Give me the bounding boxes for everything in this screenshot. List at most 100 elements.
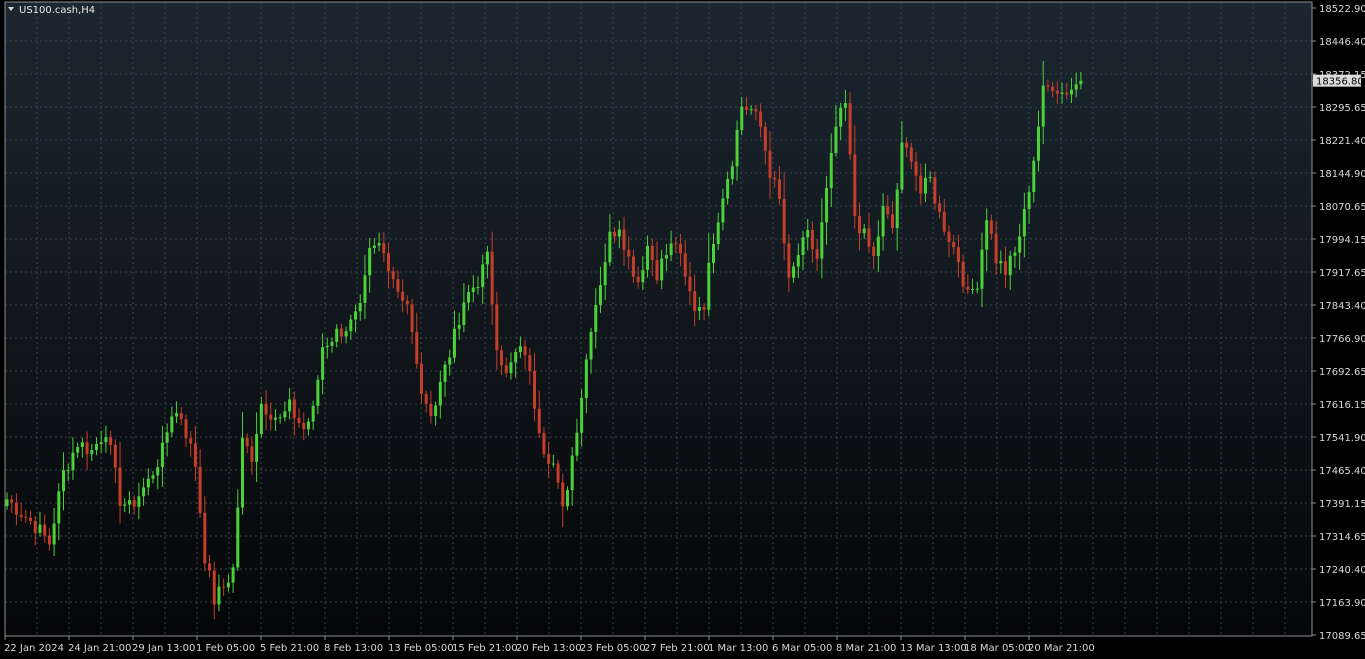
candle-body[interactable] xyxy=(231,567,235,583)
candle-body[interactable] xyxy=(603,262,607,286)
candle-body[interactable] xyxy=(928,177,932,179)
candle-body[interactable] xyxy=(528,355,532,371)
candle-body[interactable] xyxy=(429,403,433,416)
candle-body[interactable] xyxy=(919,175,923,194)
candle-body[interactable] xyxy=(627,249,631,257)
candle-body[interactable] xyxy=(575,432,579,456)
candle-body[interactable] xyxy=(584,359,588,399)
candle-body[interactable] xyxy=(29,517,33,521)
candle-body[interactable] xyxy=(556,463,560,483)
candle-body[interactable] xyxy=(132,500,136,507)
candle-body[interactable] xyxy=(1041,85,1045,127)
candle-body[interactable] xyxy=(113,444,117,468)
candle-body[interactable] xyxy=(66,470,70,472)
candle-body[interactable] xyxy=(467,292,471,303)
candle-body[interactable] xyxy=(485,251,489,265)
candle-body[interactable] xyxy=(580,398,584,433)
candle-body[interactable] xyxy=(123,504,127,506)
candle-body[interactable] xyxy=(688,276,692,292)
candle-body[interactable] xyxy=(1060,92,1064,94)
candle-body[interactable] xyxy=(1027,192,1031,210)
candle-body[interactable] xyxy=(14,502,18,515)
candle-body[interactable] xyxy=(363,275,367,303)
candle-body[interactable] xyxy=(250,446,254,462)
candle-body[interactable] xyxy=(518,346,522,353)
candle-body[interactable] xyxy=(269,414,273,420)
candle-body[interactable] xyxy=(476,287,480,289)
candle-body[interactable] xyxy=(109,437,113,445)
candle-body[interactable] xyxy=(712,244,715,263)
candle-body[interactable] xyxy=(862,228,866,234)
candle-body[interactable] xyxy=(594,304,598,332)
candle-body[interactable] xyxy=(297,417,301,424)
candle-body[interactable] xyxy=(43,524,47,536)
candle-body[interactable] xyxy=(377,243,381,246)
candle-body[interactable] xyxy=(542,432,546,455)
candle-body[interactable] xyxy=(387,253,391,272)
candle-body[interactable] xyxy=(679,243,683,254)
candle-body[interactable] xyxy=(815,249,819,259)
candle-body[interactable] xyxy=(551,463,555,465)
candle-body[interactable] xyxy=(396,279,400,292)
candle-body[interactable] xyxy=(500,350,504,366)
candle-body[interactable] xyxy=(726,178,730,199)
candle-body[interactable] xyxy=(876,236,880,256)
candle-body[interactable] xyxy=(961,261,965,287)
candle-body[interactable] xyxy=(994,233,998,264)
candle-body[interactable] xyxy=(570,455,574,491)
candle-body[interactable] xyxy=(1008,255,1012,276)
candle-body[interactable] xyxy=(900,142,904,190)
candle-body[interactable] xyxy=(495,304,499,351)
candle-body[interactable] xyxy=(956,247,960,262)
candle-body[interactable] xyxy=(85,442,89,455)
candle-body[interactable] xyxy=(325,345,329,348)
candle-body[interactable] xyxy=(1074,84,1078,90)
candle-body[interactable] xyxy=(989,220,993,234)
candle-body[interactable] xyxy=(749,109,753,111)
candle-body[interactable] xyxy=(796,254,800,267)
candle-body[interactable] xyxy=(613,231,617,237)
candle-body[interactable] xyxy=(744,106,748,110)
candle-body[interactable] xyxy=(471,287,475,293)
candle-body[interactable] xyxy=(707,262,711,310)
candle-body[interactable] xyxy=(768,150,772,178)
candle-body[interactable] xyxy=(146,478,150,488)
candle-body[interactable] xyxy=(330,341,334,346)
candle-body[interactable] xyxy=(1055,90,1059,94)
candle-body[interactable] xyxy=(372,245,376,248)
candle-body[interactable] xyxy=(660,258,664,281)
candle-body[interactable] xyxy=(801,237,805,255)
candle-body[interactable] xyxy=(76,446,80,453)
candle-body[interactable] xyxy=(1022,209,1026,237)
candle-body[interactable] xyxy=(170,416,174,433)
candle-body[interactable] xyxy=(127,500,131,505)
candle-body[interactable] xyxy=(914,161,918,176)
candle-body[interactable] xyxy=(316,379,320,406)
candle-body[interactable] xyxy=(839,107,843,127)
candle-body[interactable] xyxy=(349,319,353,332)
candle-body[interactable] xyxy=(354,311,358,320)
candle-body[interactable] xyxy=(773,177,777,180)
candle-body[interactable] xyxy=(697,307,701,311)
candle-body[interactable] xyxy=(735,130,739,167)
candle-body[interactable] xyxy=(189,438,193,444)
candle-body[interactable] xyxy=(843,103,847,108)
candle-body[interactable] xyxy=(203,512,207,564)
candle-body[interactable] xyxy=(137,496,141,507)
candle-body[interactable] xyxy=(523,346,527,356)
candle-body[interactable] xyxy=(782,198,786,244)
candle-body[interactable] xyxy=(1069,89,1073,95)
candle-body[interactable] xyxy=(490,251,494,305)
candle-body[interactable] xyxy=(537,408,541,433)
candle-body[interactable] xyxy=(589,331,593,360)
candle-body[interactable] xyxy=(259,403,263,435)
candle-body[interactable] xyxy=(288,399,292,412)
candle-body[interactable] xyxy=(10,499,14,503)
candle-body[interactable] xyxy=(631,256,635,277)
candle-body[interactable] xyxy=(179,413,183,420)
candle-body[interactable] xyxy=(810,229,814,250)
candle-body[interactable] xyxy=(184,419,188,439)
candle-body[interactable] xyxy=(410,304,414,332)
candle-body[interactable] xyxy=(947,231,951,242)
candle-body[interactable] xyxy=(160,442,164,468)
